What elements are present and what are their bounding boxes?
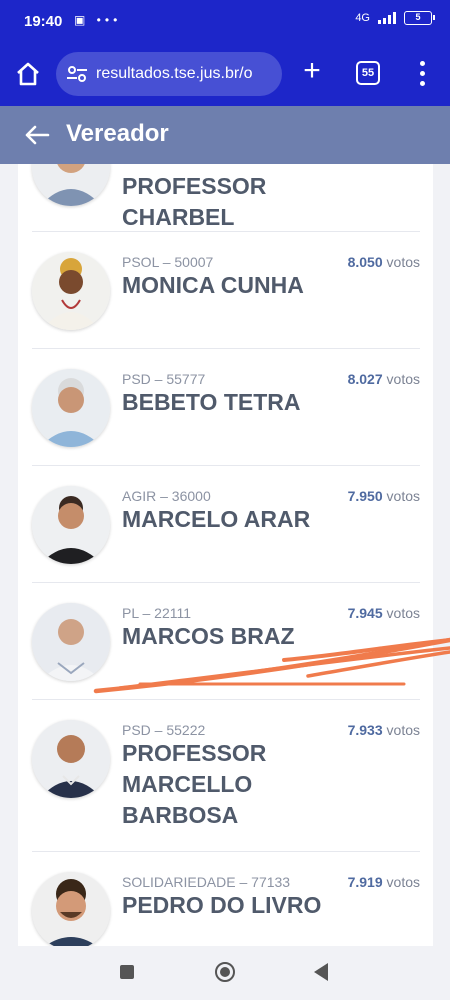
party-number: SOLIDARIEDADE – 77133: [122, 874, 291, 890]
candidate-row[interactable]: SOLIDARIEDADE – 77133 7.919 votos PEDRO …: [32, 852, 420, 946]
candidate-name: PROFESSOR MARCELLO BARBOSA: [122, 740, 267, 828]
new-tab-icon[interactable]: +: [298, 56, 326, 86]
home-icon[interactable]: [14, 60, 42, 88]
candidate-name: PEDRO DO LIVRO: [122, 892, 322, 918]
candidate-row[interactable]: AGIR – 36000 7.950 votos MARCELO ARAR: [32, 466, 420, 583]
vote-count: 7.919 votos: [347, 874, 420, 890]
status-right-group: 4G 5: [355, 11, 435, 25]
notification-icons: ▣ •••: [74, 13, 122, 27]
site-settings-icon[interactable]: [66, 65, 88, 83]
status-time: 19:40: [24, 13, 63, 30]
battery-level: 5: [415, 12, 421, 22]
url-text: resultados.tse.jus.br/o: [96, 65, 253, 82]
back-arrow-icon[interactable]: [24, 124, 50, 146]
back-triangle-icon[interactable]: [314, 963, 328, 981]
battery-icon: 5: [404, 11, 435, 25]
party-number: PSOL – 50007: [122, 254, 214, 270]
party-number: PSD – 55222: [122, 722, 206, 738]
signal-icon: [378, 12, 396, 24]
browser-toolbar: resultados.tse.jus.br/o + 55: [0, 44, 450, 106]
candidate-photo: [32, 252, 110, 330]
page-title: Vereador: [66, 120, 169, 147]
candidate-photo: [32, 603, 110, 681]
vote-count: 7.950 votos: [347, 488, 420, 504]
candidate-name: BEBETO TETRA: [122, 389, 301, 415]
candidate-row[interactable]: PL – 22111 7.945 votos MARCOS BRAZ: [32, 583, 420, 700]
tab-switcher-button[interactable]: 55: [356, 61, 380, 85]
party-number: PL – 22111: [122, 605, 192, 621]
candidate-photo: [32, 872, 110, 946]
party-number: AGIR – 36000: [122, 488, 211, 504]
candidate-name: PROFESSOR CHARBEL: [122, 173, 267, 230]
party-number: PSD – 55777: [122, 371, 206, 387]
vote-count: 8.027 votos: [347, 371, 420, 387]
network-type: 4G: [355, 12, 370, 24]
candidate-row[interactable]: PSOL – 50007 8.050 votos MONICA CUNHA: [32, 232, 420, 349]
status-bar: 19:40 ▣ ••• 4G 5: [0, 0, 450, 44]
candidate-name: MARCELO ARAR: [122, 506, 311, 532]
candidate-photo: [32, 164, 110, 206]
system-navigation-bar: [0, 946, 450, 1000]
candidate-list: PROFESSOR CHARBEL PSOL – 50007 8.050 vot…: [18, 164, 433, 946]
recent-apps-icon[interactable]: [120, 965, 134, 979]
candidate-photo: [32, 486, 110, 564]
candidate-photo: [32, 720, 110, 798]
candidate-row[interactable]: PROFESSOR CHARBEL: [32, 164, 420, 232]
candidate-row[interactable]: PSD – 55777 8.027 votos BEBETO TETRA: [32, 349, 420, 466]
candidate-name: MONICA CUNHA: [122, 272, 304, 298]
candidate-photo: [32, 369, 110, 447]
tab-count: 55: [361, 67, 375, 79]
address-bar[interactable]: resultados.tse.jus.br/o: [56, 52, 282, 96]
candidate-row[interactable]: PSD – 55222 7.933 votos PROFESSOR MARCEL…: [32, 700, 420, 852]
home-circle-icon[interactable]: [215, 962, 235, 982]
vote-count: 7.933 votos: [347, 722, 420, 738]
page-header: Vereador: [0, 106, 450, 164]
vote-count: 8.050 votos: [347, 254, 420, 270]
more-menu-icon[interactable]: [414, 58, 430, 88]
vote-count: 7.945 votos: [347, 605, 420, 621]
candidate-name: MARCOS BRAZ: [122, 623, 295, 649]
